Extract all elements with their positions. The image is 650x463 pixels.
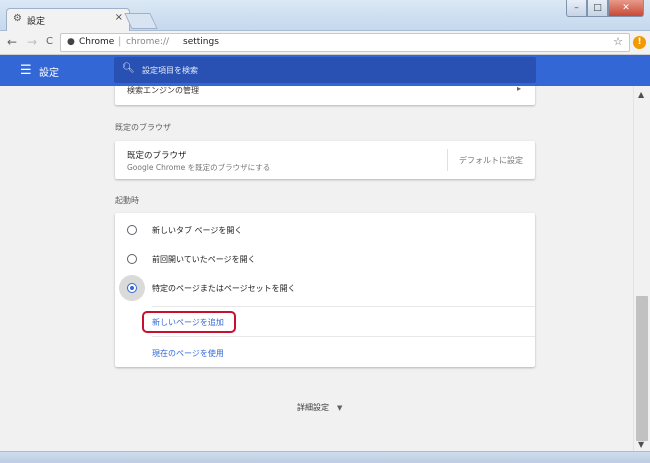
- minimize-button[interactable]: –: [566, 0, 587, 17]
- reload-button[interactable]: C: [46, 36, 53, 47]
- startup-section-title: 起動時: [115, 196, 139, 205]
- window-controls: – □ ✕: [566, 0, 644, 17]
- advanced-settings-toggle[interactable]: 詳細設定 ▼: [297, 402, 342, 413]
- search-icon: 🔍︎: [122, 63, 135, 74]
- settings-content: 検索エンジンの管理 ▸ 既定のブラウザ 既定のブラウザ Google Chrom…: [0, 86, 633, 451]
- radio-label: 前回開いていたページを開く: [152, 255, 256, 264]
- chrome-page-icon: ●: [67, 37, 75, 47]
- url-separator: |: [118, 36, 122, 47]
- address-bar[interactable]: ● Chrome | chrome:// settings ☆: [60, 33, 630, 52]
- default-browser-label: 既定のブラウザ: [127, 151, 187, 161]
- default-browser-card: 既定のブラウザ Google Chrome を既定のブラウザにする デフォルトに…: [115, 141, 535, 179]
- startup-option-new-tab[interactable]: 新しいタブ ページを開く: [115, 215, 535, 245]
- tab-title: 設定: [27, 17, 46, 27]
- forward-button[interactable]: →: [27, 35, 37, 49]
- search-placeholder: 設定項目を検索: [142, 66, 198, 75]
- bookmark-star-icon[interactable]: ☆: [613, 35, 623, 48]
- startup-option-specific-pages[interactable]: 特定のページまたはページセットを開く: [115, 273, 535, 303]
- make-default-button[interactable]: デフォルトに設定: [459, 155, 523, 166]
- startup-card: 新しいタブ ページを開く 前回開いていたページを開く 特定のページまたはページセ…: [115, 213, 535, 367]
- extension-warning-icon[interactable]: !: [633, 36, 646, 49]
- radio-button[interactable]: [127, 225, 137, 235]
- search-engine-card: 検索エンジンの管理 ▸: [115, 86, 535, 105]
- url-path: settings: [183, 37, 219, 47]
- menu-icon[interactable]: ☰: [20, 63, 32, 78]
- scrollbar-thumb[interactable]: [636, 296, 648, 441]
- browser-tab[interactable]: ⚙ 設定 ×: [6, 8, 130, 32]
- chevron-down-icon: ▼: [337, 404, 343, 412]
- scroll-up-icon[interactable]: ▲: [638, 90, 644, 99]
- radio-button[interactable]: [127, 254, 137, 264]
- maximize-button[interactable]: □: [587, 0, 608, 17]
- startup-option-continue[interactable]: 前回開いていたページを開く: [115, 244, 535, 274]
- window-bottom-frame: [0, 451, 650, 463]
- browser-toolbar: ← → C ● Chrome | chrome:// settings ☆: [0, 31, 650, 55]
- close-tab-icon[interactable]: ×: [115, 12, 123, 23]
- divider: [152, 306, 535, 307]
- advanced-label: 詳細設定: [297, 403, 329, 412]
- default-browser-description: Google Chrome を既定のブラウザにする: [127, 163, 271, 172]
- divider: [447, 149, 448, 171]
- scroll-down-icon[interactable]: ▼: [638, 440, 644, 449]
- url-scheme: chrome://: [126, 37, 170, 47]
- chevron-right-icon[interactable]: ▸: [517, 86, 521, 93]
- search-input[interactable]: 🔍︎ 設定項目を検索: [114, 57, 536, 83]
- radio-label: 特定のページまたはページセットを開く: [152, 284, 296, 293]
- window-titlebar: ⚙ 設定 × – □ ✕: [0, 0, 650, 32]
- default-browser-section-title: 既定のブラウザ: [115, 123, 171, 132]
- page-title: 設定: [39, 68, 59, 79]
- back-button[interactable]: ←: [7, 35, 17, 49]
- use-current-pages-link[interactable]: 現在のページを使用: [152, 348, 224, 359]
- gear-icon: ⚙: [13, 13, 22, 24]
- radio-button-checked[interactable]: [127, 283, 137, 293]
- radio-label: 新しいタブ ページを開く: [152, 226, 243, 235]
- settings-header: ☰ 設定 🔍︎ 設定項目を検索: [0, 55, 650, 86]
- add-new-page-link[interactable]: 新しいページを追加: [152, 317, 224, 328]
- manage-search-engines-row[interactable]: 検索エンジンの管理: [127, 86, 199, 96]
- close-window-button[interactable]: ✕: [608, 0, 644, 17]
- url-app-label: Chrome: [79, 37, 115, 47]
- vertical-scrollbar[interactable]: ▲ ▼: [633, 86, 650, 451]
- divider: [152, 336, 535, 337]
